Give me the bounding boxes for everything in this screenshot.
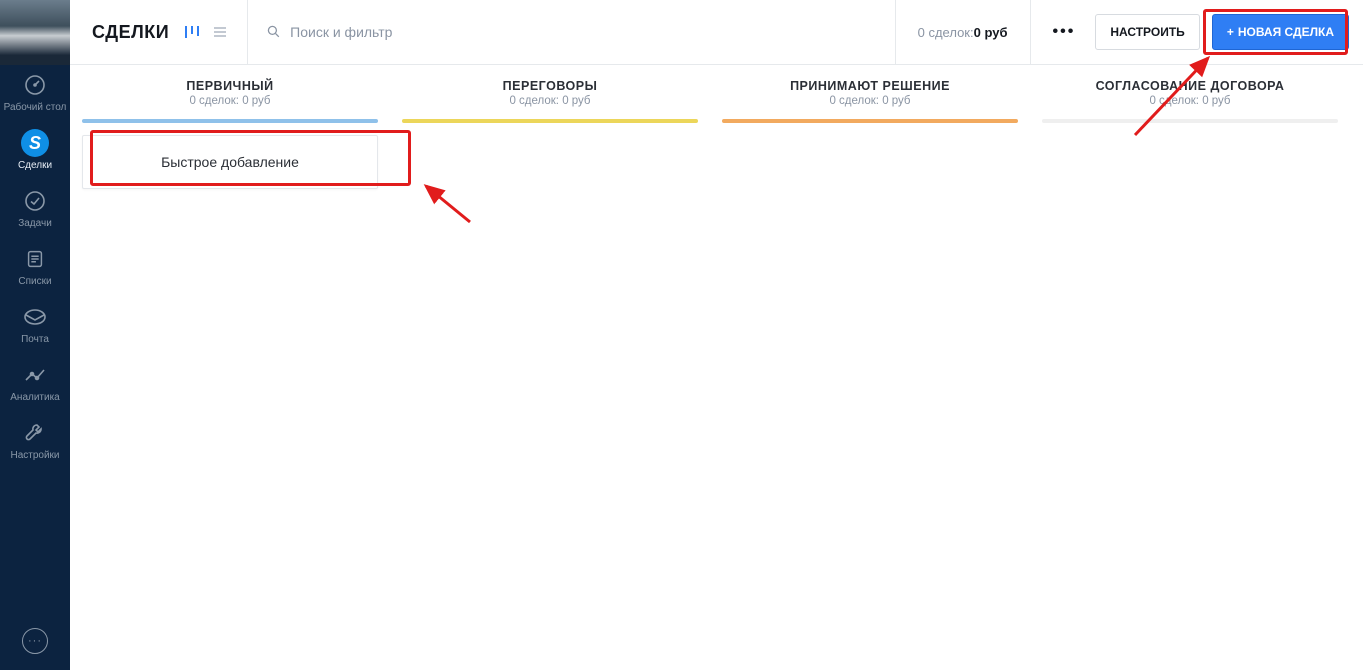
pipeline-column: ПЕРЕГОВОРЫ 0 сделок: 0 руб — [390, 79, 710, 670]
stage-name: ПРИНИМАЮТ РЕШЕНИЕ — [724, 79, 1016, 93]
summary-count: 0 сделок: — [918, 25, 974, 40]
stage-header[interactable]: ПРИНИМАЮТ РЕШЕНИЕ 0 сделок: 0 руб — [718, 79, 1022, 115]
account-cover[interactable] — [0, 0, 70, 65]
mail-icon — [21, 303, 49, 331]
stage-bar — [1042, 119, 1338, 123]
sidebar-item-label: Настройки — [10, 450, 59, 461]
stage-header[interactable]: СОГЛАСОВАНИЕ ДОГОВОРА 0 сделок: 0 руб — [1038, 79, 1342, 115]
sidebar-item-label: Рабочий стол — [4, 102, 67, 113]
new-deal-button[interactable]: + НОВАЯ СДЕЛКА — [1212, 14, 1349, 50]
stage-meta: 0 сделок: 0 руб — [1044, 95, 1336, 107]
pipeline-column: ПЕРВИЧНЫЙ 0 сделок: 0 руб Быстрое добавл… — [70, 79, 390, 670]
sidebar-item-tasks[interactable]: Задачи — [0, 181, 70, 239]
summary-amount: 0 руб — [974, 25, 1008, 40]
sidebar-item-settings[interactable]: Настройки — [0, 413, 70, 471]
analytics-icon — [21, 361, 49, 389]
topbar: СДЕЛКИ 0 с — [70, 0, 1363, 65]
stage-meta: 0 сделок: 0 руб — [84, 95, 376, 107]
stage-header[interactable]: ПЕРВИЧНЫЙ 0 сделок: 0 руб — [78, 79, 382, 115]
check-circle-icon — [21, 187, 49, 215]
stage-name: ПЕРВИЧНЫЙ — [84, 79, 376, 93]
sidebar-item-mail[interactable]: Почта — [0, 297, 70, 355]
stage-meta: 0 сделок: 0 руб — [724, 95, 1016, 107]
main: СДЕЛКИ 0 с — [70, 0, 1363, 670]
gauge-icon — [21, 71, 49, 99]
quick-add-card[interactable]: Быстрое добавление — [82, 135, 378, 189]
pipeline-column: ПРИНИМАЮТ РЕШЕНИЕ 0 сделок: 0 руб — [710, 79, 1030, 670]
sidebar-item-deals[interactable]: S Сделки — [0, 123, 70, 181]
stage-bar — [82, 119, 378, 123]
sidebar-item-label: Почта — [21, 334, 49, 345]
list-view-icon[interactable] — [211, 23, 229, 41]
pipeline-board: ПЕРВИЧНЫЙ 0 сделок: 0 руб Быстрое добавл… — [70, 65, 1363, 670]
sidebar-item-label: Аналитика — [10, 392, 60, 403]
wrench-icon — [21, 419, 49, 447]
list-icon — [21, 245, 49, 273]
stage-name: СОГЛАСОВАНИЕ ДОГОВОРА — [1044, 79, 1336, 93]
pipeline-column: СОГЛАСОВАНИЕ ДОГОВОРА 0 сделок: 0 руб — [1030, 79, 1350, 670]
stage-meta: 0 сделок: 0 руб — [404, 95, 696, 107]
sidebar: Рабочий стол S Сделки Задачи Списки Почт… — [0, 0, 70, 670]
chat-icon[interactable]: ··· — [22, 628, 48, 654]
sidebar-item-dashboard[interactable]: Рабочий стол — [0, 65, 70, 123]
deals-icon: S — [21, 129, 49, 157]
more-menu-icon[interactable]: ••• — [1045, 17, 1084, 47]
sidebar-item-lists[interactable]: Списки — [0, 239, 70, 297]
sidebar-item-analytics[interactable]: Аналитика — [0, 355, 70, 413]
stage-name: ПЕРЕГОВОРЫ — [404, 79, 696, 93]
stage-header[interactable]: ПЕРЕГОВОРЫ 0 сделок: 0 руб — [398, 79, 702, 115]
sidebar-item-label: Списки — [18, 276, 51, 287]
pipeline-view-icon[interactable] — [183, 23, 201, 41]
configure-button[interactable]: НАСТРОИТЬ — [1095, 14, 1200, 50]
sidebar-item-label: Задачи — [18, 218, 52, 229]
plus-icon: + — [1227, 25, 1234, 39]
search-icon — [266, 24, 282, 40]
stage-bar — [722, 119, 1018, 123]
new-deal-label: НОВАЯ СДЕЛКА — [1238, 25, 1334, 39]
sidebar-item-label: Сделки — [18, 160, 52, 171]
stage-bar — [402, 119, 698, 123]
search-input[interactable] — [290, 24, 876, 40]
page-title: СДЕЛКИ — [92, 22, 169, 43]
